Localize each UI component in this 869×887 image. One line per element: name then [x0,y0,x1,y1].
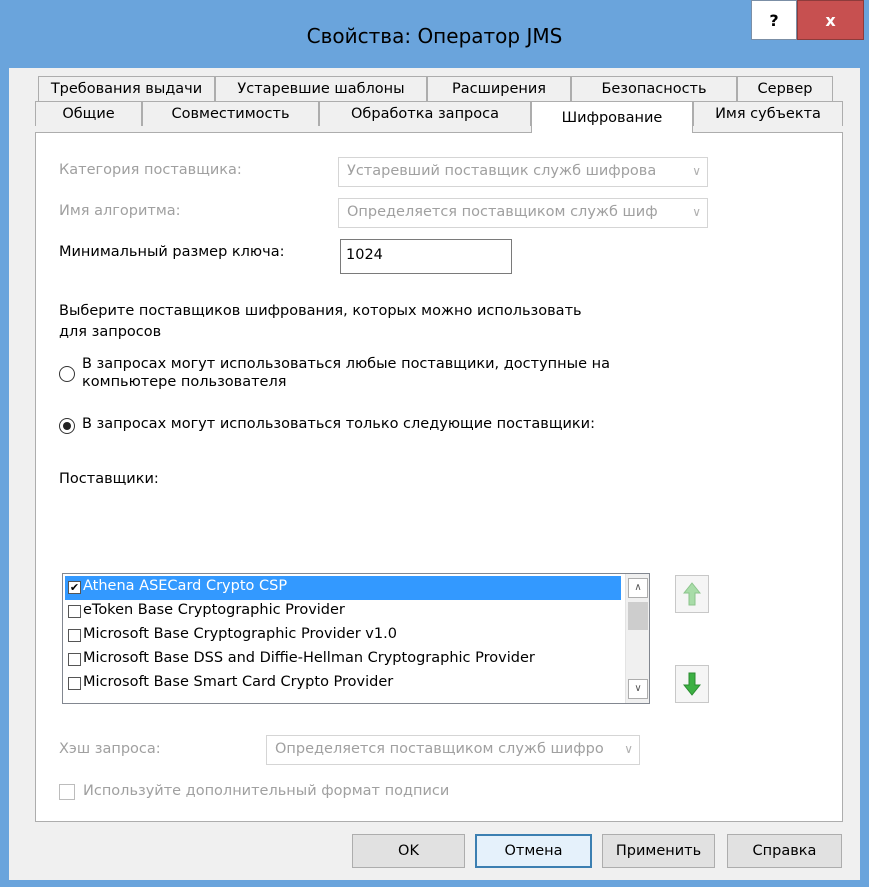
hash-label: Хэш запроса: [59,741,161,757]
algorithm-label: Имя алгоритма: [59,203,181,219]
cancel-button[interactable]: Отмена [475,834,592,868]
list-item[interactable]: Microsoft Base DSS and Diffie-Hellman Cr… [65,648,621,672]
tab-request-handling[interactable]: Обработка запроса [319,101,531,126]
arrow-down-icon [683,672,701,696]
radio-any-providers[interactable] [59,366,75,382]
checkbox-checked[interactable]: ✔ [68,581,81,594]
choose-providers-text-line2: для запросов [59,324,162,340]
radio-any-providers-label-line2[interactable]: компьютере пользователя [82,374,286,390]
hash-combo[interactable]: Определяется поставщиком служб шифро ∨ [266,735,640,765]
providers-scrollbar[interactable]: ∧ ∨ [625,574,649,703]
provider-name: Athena ASECard Crypto CSP [83,578,288,594]
radio-only-providers[interactable] [59,418,75,434]
providers-label: Поставщики: [59,471,159,487]
min-key-input[interactable]: 1024 [340,239,512,274]
tab-superseded-templates[interactable]: Устаревшие шаблоны [215,76,427,101]
checkbox[interactable] [68,605,81,618]
provider-name: Microsoft Base DSS and Diffie-Hellman Cr… [83,650,535,666]
tab-server[interactable]: Сервер [737,76,833,101]
provider-category-value: Устаревший поставщик служб шифрова [347,163,657,179]
tab-issuance-requirements[interactable]: Требования выдачи [38,76,215,101]
tab-cryptography[interactable]: Шифрование [531,101,693,133]
chevron-down-icon: ∨ [624,742,633,756]
provider-name: Microsoft Base Cryptographic Provider v1… [83,626,397,642]
checkbox[interactable] [68,629,81,642]
alt-signature-checkbox[interactable] [59,784,75,800]
tab-security[interactable]: Безопасность [571,76,737,101]
move-down-button[interactable] [675,665,709,703]
chevron-down-icon: ∨ [692,164,701,178]
algorithm-value: Определяется поставщиком служб шиф [347,204,658,220]
checkbox[interactable] [68,677,81,690]
provider-category-label: Категория поставщика: [59,162,242,178]
list-item[interactable]: Microsoft Base Cryptographic Provider v1… [65,624,621,648]
tab-compatibility[interactable]: Совместимость [142,101,319,126]
chevron-down-icon: ∨ [692,205,701,219]
algorithm-combo[interactable]: Определяется поставщиком служб шиф ∨ [338,198,708,228]
arrow-up-icon [683,582,701,606]
ok-button[interactable]: OK [352,834,465,868]
radio-selected-dot [63,422,71,430]
provider-category-combo[interactable]: Устаревший поставщик служб шифрова ∨ [338,157,708,187]
list-item[interactable]: ✔ Athena ASECard Crypto CSP [65,576,621,600]
hash-value: Определяется поставщиком служб шифро [275,741,604,757]
move-up-button[interactable] [675,575,709,613]
scroll-up-icon[interactable]: ∧ [628,578,648,598]
list-item[interactable]: Microsoft Base Smart Card Crypto Provide… [65,672,621,696]
tab-subject-name[interactable]: Имя субъекта [693,101,843,126]
close-button[interactable]: x [797,0,864,40]
help-title-button[interactable]: ? [751,0,797,40]
min-key-label: Минимальный размер ключа: [59,244,285,260]
tab-general[interactable]: Общие [35,101,142,126]
title-bar[interactable]: Свойства: Оператор JMS ? x [0,0,869,68]
dialog-window: Свойства: Оператор JMS ? x Требования вы… [0,0,869,887]
radio-only-providers-label[interactable]: В запросах могут использоваться только с… [82,416,595,432]
scrollbar-thumb[interactable] [628,602,648,630]
providers-listbox[interactable]: ✔ Athena ASECard Crypto CSP eToken Base … [62,573,650,704]
apply-button[interactable]: Применить [602,834,715,868]
tab-extensions[interactable]: Расширения [427,76,571,101]
choose-providers-text-line1: Выберите поставщиков шифрования, которых… [59,303,582,319]
window-title: Свойства: Оператор JMS [306,24,563,48]
dialog-client-area: Требования выдачи Устаревшие шаблоны Рас… [9,68,860,880]
list-item[interactable]: eToken Base Cryptographic Provider [65,600,621,624]
provider-name: eToken Base Cryptographic Provider [83,602,345,618]
alt-signature-label[interactable]: Используйте дополнительный формат подпис… [83,783,449,799]
scroll-down-icon[interactable]: ∨ [628,679,648,699]
cryptography-panel: Категория поставщика: Устаревший поставщ… [35,132,843,822]
provider-name: Microsoft Base Smart Card Crypto Provide… [83,674,394,690]
help-button[interactable]: Справка [727,834,842,868]
radio-any-providers-label-line1[interactable]: В запросах могут использоваться любые по… [82,356,610,372]
checkbox[interactable] [68,653,81,666]
